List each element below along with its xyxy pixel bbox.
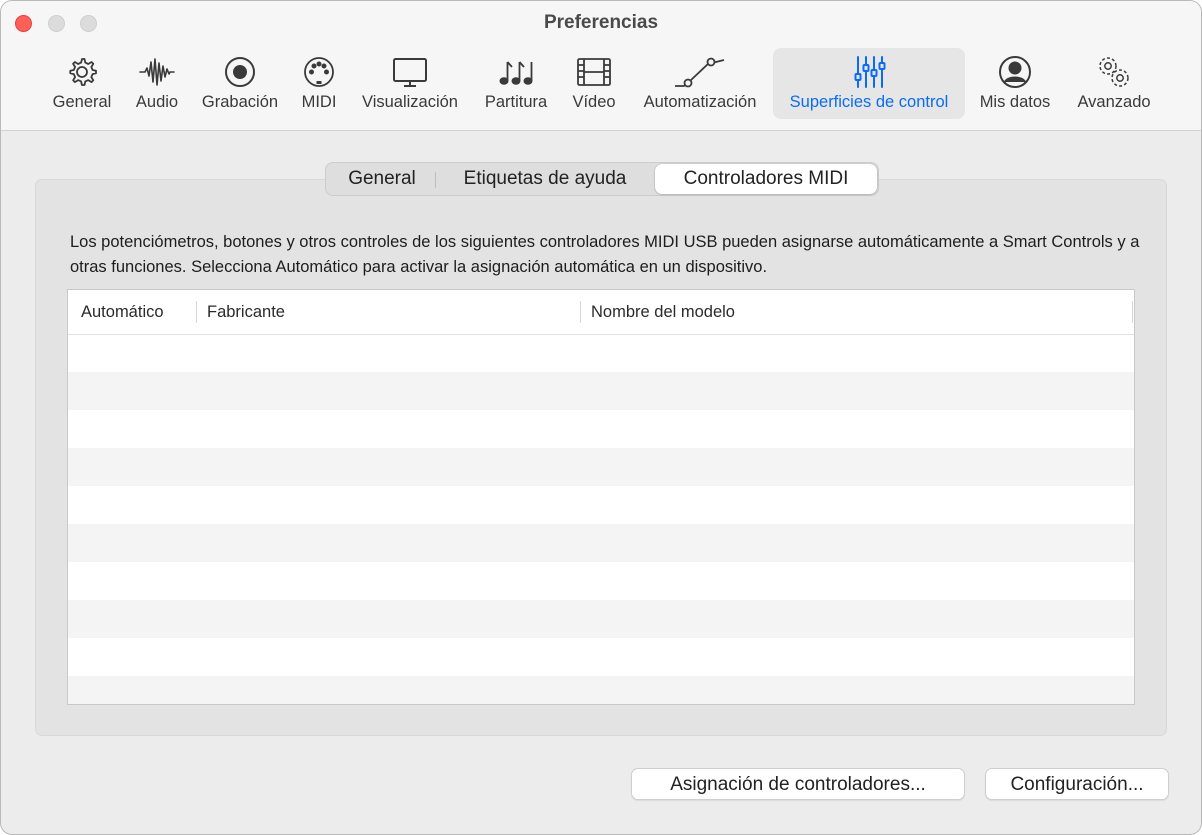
toolbar-item-midi[interactable]: MIDI [295, 48, 343, 119]
setup-button[interactable]: Configuración... [985, 768, 1169, 800]
tab-divider [435, 172, 436, 188]
sliders-icon [851, 52, 887, 92]
toolbar-item-general[interactable]: General [46, 48, 118, 119]
toolbar-label-automation: Automatización [643, 93, 757, 111]
column-separator[interactable] [196, 301, 197, 323]
column-header-manufacturer[interactable]: Fabricante [207, 290, 285, 334]
toolbar-label-my-info: Mis datos [979, 93, 1051, 111]
midi-controllers-table[interactable]: Automático Fabricante Nombre del modelo [67, 289, 1135, 705]
person-circle-icon [997, 52, 1033, 92]
toolbar-label-display: Visualización [361, 93, 458, 111]
preferences-window: Preferencias General Audio Grabación MID… [0, 0, 1202, 835]
table-row [68, 676, 1134, 704]
tab-general[interactable]: General [334, 164, 430, 194]
toolbar-label-advanced: Avanzado [1077, 93, 1151, 111]
toolbar-item-video[interactable]: Vídeo [565, 48, 623, 119]
toolbar-label-midi: MIDI [301, 93, 337, 111]
table-row [68, 524, 1134, 562]
table-row [68, 372, 1134, 410]
toolbar-item-my-info[interactable]: Mis datos [971, 48, 1059, 119]
toolbar-item-control-surfaces[interactable]: Superficies de control [773, 48, 965, 119]
tab-segmented-control: General Etiquetas de ayuda Controladores… [325, 162, 879, 196]
window-title: Preferencias [543, 12, 659, 33]
film-icon [576, 52, 612, 92]
column-separator[interactable] [1132, 301, 1133, 323]
column-header-model-name[interactable]: Nombre del modelo [591, 290, 735, 334]
toolbar-item-display[interactable]: Visualización [353, 48, 467, 119]
controller-assignments-button[interactable]: Asignación de controladores... [631, 768, 965, 800]
toolbar-label-score: Partitura [484, 93, 548, 111]
table-header: Automático Fabricante Nombre del modelo [68, 290, 1134, 335]
display-icon [392, 52, 428, 92]
toolbar-item-advanced[interactable]: Avanzado [1069, 48, 1159, 119]
gears-icon [1096, 52, 1132, 92]
toolbar-item-score[interactable]: Partitura [477, 48, 555, 119]
table-row [68, 600, 1134, 638]
toolbar-item-audio[interactable]: Audio [129, 48, 185, 119]
table-row [68, 448, 1134, 486]
tab-midi-controllers[interactable]: Controladores MIDI [655, 164, 877, 194]
column-header-automatic[interactable]: Automático [81, 290, 164, 334]
gear-icon [64, 52, 100, 92]
toolbar-label-control-surfaces: Superficies de control [789, 93, 949, 111]
toolbar-label-video: Vídeo [572, 93, 616, 111]
midi-port-icon [301, 52, 337, 92]
toolbar-label-audio: Audio [135, 93, 179, 111]
column-separator[interactable] [580, 301, 581, 323]
tab-help-tags[interactable]: Etiquetas de ayuda [440, 164, 650, 194]
automation-curve-icon [674, 52, 726, 92]
toolbar-label-recording: Grabación [201, 93, 279, 111]
music-notes-icon [498, 52, 534, 92]
description-text: Los potenciómetros, botones y otros cont… [70, 233, 1140, 276]
waveform-icon [139, 52, 175, 92]
toolbar-item-recording[interactable]: Grabación [195, 48, 285, 119]
toolbar-label-general: General [52, 93, 112, 111]
record-icon [222, 52, 258, 92]
table-row [68, 334, 1134, 372]
table-row [68, 638, 1134, 676]
titlebar: Preferencias General Audio Grabación MID… [1, 1, 1201, 131]
table-row [68, 562, 1134, 600]
table-row [68, 410, 1134, 448]
table-row [68, 486, 1134, 524]
toolbar-item-automation[interactable]: Automatización [633, 48, 767, 119]
